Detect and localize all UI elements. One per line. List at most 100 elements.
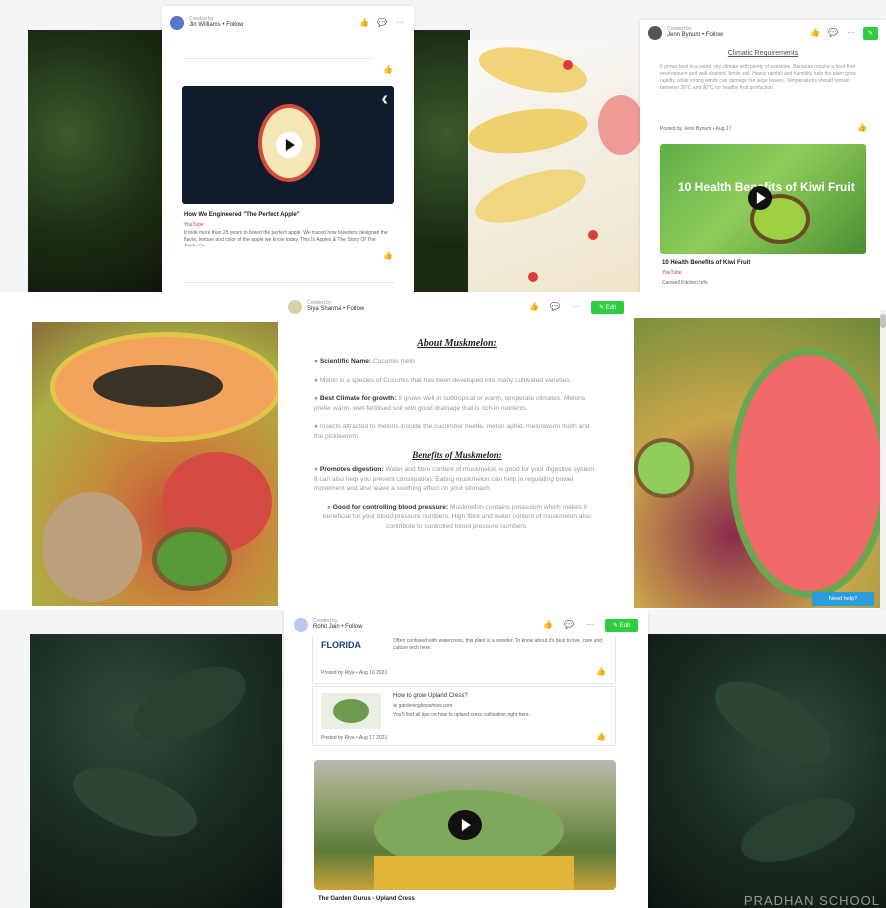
like-icon[interactable]: 👍: [856, 122, 868, 134]
video-description: It took more than 25 years to breed the …: [184, 230, 388, 246]
youtube-icon: YouTube: [662, 270, 682, 276]
play-icon[interactable]: [276, 132, 302, 158]
link-thumbnail: [321, 693, 381, 729]
more-icon[interactable]: ⋯: [394, 17, 406, 29]
post-card-apple: Created by Jin Williams • Follow 👍 💬 ⋯ 👍…: [162, 6, 414, 292]
comment-icon[interactable]: 💬: [549, 301, 561, 313]
leaf-background-right: [648, 634, 886, 908]
like-icon[interactable]: 👍: [809, 27, 821, 39]
melon-paragraph: ● Melon is a species of Cucumis that has…: [314, 376, 572, 384]
berry-2: [588, 230, 598, 240]
post-header: Created by Jenn Bynum • Follow 👍 💬 ⋯ ✎: [640, 20, 886, 46]
bottom-screenshot: PRADHAN SCHOOL Created by Rohit Jain • F…: [0, 610, 886, 908]
avatar[interactable]: [288, 300, 302, 314]
edit-label: Edit: [619, 622, 630, 629]
back-chevron-icon[interactable]: ‹: [381, 88, 388, 111]
link-snippet: Often confused with watercress, this pla…: [393, 638, 603, 651]
play-icon[interactable]: [748, 186, 772, 210]
leaf-1: [122, 651, 258, 757]
edit-button[interactable]: ✎ Edit: [604, 618, 638, 632]
post-header: Created by Jin Williams • Follow 👍 💬 ⋯: [162, 6, 414, 40]
video-title[interactable]: 10 Health Benefits of Kiwi Fruit: [662, 260, 750, 266]
scientific-name: ● Scientific Name: Cucumis melo: [314, 358, 415, 365]
like-icon[interactable]: 👍: [358, 17, 370, 29]
benefits-heading: Benefits of Muskmelon:: [412, 450, 502, 461]
section-title: Climatic Requirements: [727, 50, 799, 57]
link-card-florida[interactable]: FLORIDA Often confused with watercress, …: [312, 636, 616, 684]
pests-paragraph: ● Insects attracted to melons include th…: [314, 423, 590, 440]
berry-3: [528, 272, 538, 282]
papaya-seeds: [93, 365, 223, 407]
like-icon[interactable]: 👍: [595, 731, 607, 743]
like-icon[interactable]: 👍: [382, 250, 394, 262]
posted-by: Posted by Riya • Aug 17 2021: [321, 735, 388, 741]
like-icon[interactable]: 👍: [528, 301, 540, 313]
smoothie-glass: [598, 95, 644, 155]
post-header: Created by Siya Sharma • Follow 👍 💬 ⋯ ✎ …: [278, 292, 634, 322]
edit-button[interactable]: ✎: [862, 26, 878, 40]
edit-button[interactable]: ✎ Edit: [590, 300, 624, 314]
comment-icon[interactable]: 💬: [563, 619, 575, 631]
florida-logo: FLORIDA: [321, 640, 361, 650]
author-name[interactable]: Jin Williams • Follow: [189, 22, 243, 29]
link-title: How to grow Upland Cress?: [393, 693, 468, 699]
section-body: It grows best in a warm, dry climate wit…: [660, 64, 856, 91]
like-icon[interactable]: 👍: [595, 666, 607, 678]
more-icon[interactable]: ⋯: [845, 27, 857, 39]
more-icon[interactable]: ⋯: [570, 301, 582, 313]
need-help-button[interactable]: Need help?: [812, 592, 874, 606]
video-thumbnail[interactable]: ‹: [182, 86, 394, 204]
divider: [184, 58, 374, 59]
avatar[interactable]: [294, 618, 308, 632]
plant-pot: [374, 856, 574, 890]
article-content: About Muskmelon: ● Scientific Name: Cucu…: [314, 332, 600, 541]
video-title[interactable]: The Garden Gurus - Upland Cress: [318, 896, 415, 902]
posted-by: Posted by Jenn Bynum • Aug 17: [660, 126, 732, 132]
leaf-3: [702, 665, 844, 779]
comment-icon[interactable]: 💬: [827, 27, 839, 39]
post-card-upland-cress: Created by Rohit Jain • Follow 👍 💬 ⋯ ✎ E…: [284, 610, 648, 908]
leaf-4: [732, 785, 864, 875]
youtube-icon: YouTube: [184, 222, 204, 228]
author-name[interactable]: Rohit Jain • Follow: [313, 624, 362, 631]
digestion-paragraph: ● Promotes digestion: Water and fibre co…: [314, 466, 597, 493]
leaf-background-left: [30, 634, 282, 908]
video-thumbnail[interactable]: [314, 760, 616, 890]
divider: [184, 282, 394, 283]
fern-background-left: [28, 30, 163, 292]
author-name[interactable]: Jenn Bynum • Follow: [667, 32, 723, 39]
need-help-label: Need help?: [828, 596, 858, 602]
banana-1: [475, 39, 591, 101]
avatar[interactable]: [648, 26, 662, 40]
post-card-muskmelon: Created by Siya Sharma • Follow 👍 💬 ⋯ ✎ …: [278, 292, 634, 610]
like-icon[interactable]: 👍: [382, 64, 394, 76]
climate-label: Best Climate for growth:: [319, 395, 397, 403]
video-title[interactable]: How We Engineered "The Perfect Apple": [184, 212, 394, 218]
coconut: [42, 492, 142, 602]
scrollbar[interactable]: [880, 310, 886, 610]
middle-screenshot: Created by Siya Sharma • Follow 👍 💬 ⋯ ✎ …: [0, 292, 886, 610]
more-icon[interactable]: ⋯: [584, 619, 596, 631]
footer-text: Canwell Kitchen Info: [662, 280, 708, 286]
like-icon[interactable]: 👍: [542, 619, 554, 631]
berry-1: [563, 60, 573, 70]
author-name[interactable]: Siya Sharma • Follow: [307, 306, 364, 313]
papaya-fruit-photo: [32, 322, 282, 606]
cress-leaves: [333, 699, 369, 723]
watermelon-fruit-photo: [634, 318, 886, 608]
link-domain: ⊕ gardeningknowhow.com: [393, 703, 452, 710]
digestion-label: Promotes digestion:: [319, 466, 384, 474]
melon-text: Melon is a species of Cucumis that has b…: [319, 376, 572, 384]
play-icon[interactable]: [448, 810, 482, 840]
scrollbar-thumb[interactable]: [880, 314, 886, 328]
link-card-upland-cress[interactable]: How to grow Upland Cress? ⊕ gardeningkno…: [312, 686, 616, 746]
comment-icon[interactable]: 💬: [376, 17, 388, 29]
papaya-half: [50, 332, 282, 442]
kiwi-half: [634, 438, 694, 498]
avatar[interactable]: [170, 16, 184, 30]
top-screenshot: Created by Jin Williams • Follow 👍 💬 ⋯ 👍…: [0, 0, 886, 292]
watermark: PRADHAN SCHOOL: [743, 893, 880, 908]
video-thumbnail[interactable]: 10 Health Benefits of Kiwi Fruit: [660, 144, 866, 254]
scientific-name-label: Scientific Name:: [319, 358, 372, 365]
pests-text: Insects attracted to melons include the …: [314, 423, 590, 440]
